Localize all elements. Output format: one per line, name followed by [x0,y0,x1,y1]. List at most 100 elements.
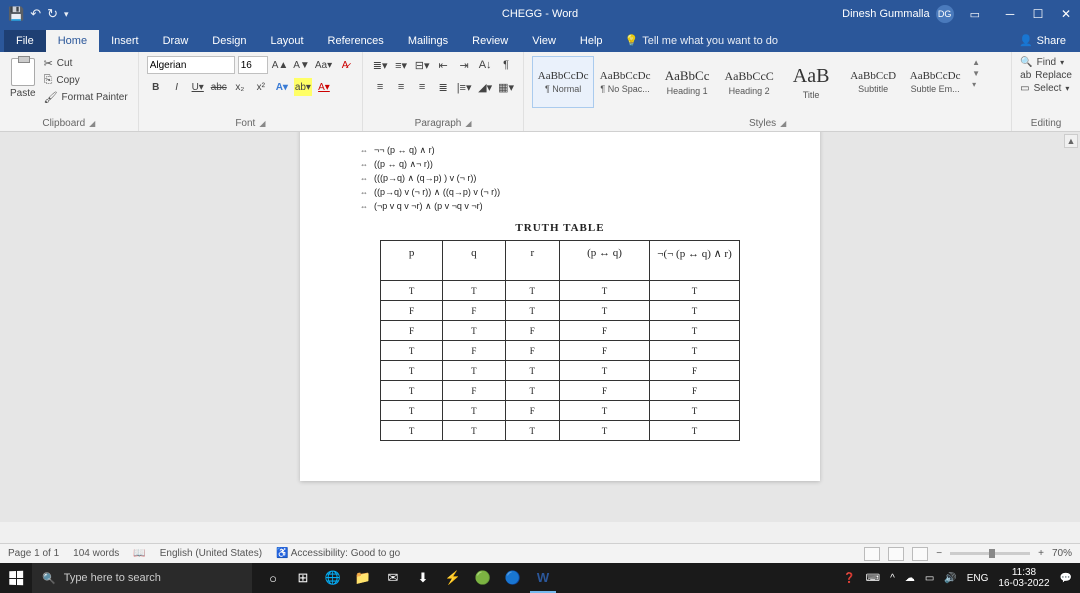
start-button[interactable] [0,563,32,593]
web-layout-button[interactable] [912,547,928,561]
table-cell[interactable]: F [443,301,505,321]
table-header-cell[interactable]: r [505,241,559,281]
table-cell[interactable]: T [443,421,505,441]
table-cell[interactable]: T [381,401,443,421]
table-cell[interactable]: T [443,401,505,421]
formula-line-3[interactable]: ⇔((p→q) v (¬ r)) ∧ ((q→p) v (¬ r)) [360,187,760,198]
copy-button[interactable]: ⎘Copy [42,73,130,88]
superscript-button[interactable]: x² [252,78,270,96]
table-cell[interactable]: T [650,341,740,361]
increase-indent-button[interactable]: ⇥ [455,56,473,74]
spellcheck-icon[interactable]: 📖 [133,548,145,559]
zoom-slider[interactable] [950,552,1030,555]
table-cell[interactable]: T [650,281,740,301]
app2-icon[interactable]: 🔵 [500,563,526,593]
zoom-level[interactable]: 70% [1052,548,1072,559]
zoom-out-button[interactable]: − [936,548,942,559]
table-cell[interactable]: F [560,321,650,341]
page[interactable]: ⇔¬¬ (p ↔ q) ∧ r)⇔((p ↔ q) ∧¬ r))⇔(((p→q)… [300,132,820,481]
notification-icon[interactable]: 💬 [1060,573,1072,584]
table-cell[interactable]: F [505,321,559,341]
style-scroll-up-icon[interactable]: ▲ [972,58,980,67]
table-cell[interactable]: F [650,381,740,401]
replace-button[interactable]: abReplace [1020,69,1072,82]
user-avatar[interactable]: DG [936,5,954,23]
subscript-button[interactable]: x₂ [231,78,249,96]
truth-table[interactable]: pqr(p ↔ q)¬(¬ (p ↔ q) ∧ r)TTTTTFFTTTFTFF… [380,240,740,441]
change-case-button[interactable]: Aa▾ [314,56,333,74]
table-cell[interactable]: T [381,281,443,301]
table-header-cell[interactable]: ¬(¬ (p ↔ q) ∧ r) [650,241,740,281]
table-cell[interactable]: F [443,341,505,361]
table-cell[interactable]: T [381,361,443,381]
app-icon[interactable]: ⚡ [440,563,466,593]
table-cell[interactable]: T [505,281,559,301]
table-cell[interactable]: T [560,281,650,301]
clock[interactable]: 11:38 16-03-2022 [998,567,1049,589]
font-color-button[interactable]: A▾ [315,78,333,96]
save-icon[interactable]: 💾 [8,6,24,22]
edge-icon[interactable]: 🌐 [320,563,346,593]
language-indicator[interactable]: English (United States) [160,548,262,559]
table-cell[interactable]: T [443,281,505,301]
minimize-button[interactable]: ─ [996,0,1024,28]
zoom-in-button[interactable]: + [1038,548,1044,559]
task-view-icon[interactable]: ⊞ [290,563,316,593]
table-cell[interactable]: T [505,301,559,321]
dropbox-icon[interactable]: ⬇ [410,563,436,593]
table-cell[interactable]: T [505,361,559,381]
paste-button[interactable]: Paste [8,56,38,101]
table-cell[interactable]: T [650,321,740,341]
table-cell[interactable]: F [560,381,650,401]
strikethrough-button[interactable]: abc [210,78,228,96]
tab-layout[interactable]: Layout [259,30,316,52]
redo-icon[interactable]: ↻ [47,6,58,22]
sort-button[interactable]: A↓ [476,56,494,74]
taskbar-search[interactable]: 🔍 Type here to search [32,563,252,593]
tab-view[interactable]: View [520,30,568,52]
word-count[interactable]: 104 words [73,548,119,559]
word-icon[interactable]: W [530,563,556,593]
cut-button[interactable]: ✂Cut [42,56,130,71]
table-cell[interactable]: F [381,321,443,341]
shading-button[interactable]: ◢▾ [476,78,494,96]
style-gallery[interactable]: AaBbCcDc¶ NormalAaBbCcDc¶ No Spac...AaBb… [532,56,966,108]
style-scroll-down-icon[interactable]: ▼ [972,69,980,78]
tab-draw[interactable]: Draw [151,30,201,52]
onedrive-icon[interactable]: ☁ [905,573,915,584]
share-button[interactable]: 👤 Share [1005,29,1080,52]
tab-mailings[interactable]: Mailings [396,30,460,52]
tab-references[interactable]: References [316,30,396,52]
numbering-button[interactable]: ≡▾ [392,56,410,74]
multilevel-button[interactable]: ⊟▾ [413,56,431,74]
italic-button[interactable]: I [168,78,186,96]
battery-icon[interactable]: ▭ [925,573,934,584]
paragraph-launcher-icon[interactable]: ◢ [465,119,471,128]
align-center-button[interactable]: ≡ [392,78,410,96]
style-item-6[interactable]: AaBbCcDcSubtle Em... [904,56,966,108]
table-cell[interactable]: T [560,301,650,321]
table-cell[interactable]: T [650,401,740,421]
tell-me-box[interactable]: 💡 Tell me what you want to do [615,29,788,52]
table-cell[interactable]: F [381,301,443,321]
bullets-button[interactable]: ≣▾ [371,56,389,74]
font-size-input[interactable] [238,56,268,74]
maximize-button[interactable]: ☐ [1024,0,1052,28]
find-button[interactable]: 🔍Find▾ [1020,56,1072,69]
table-cell[interactable]: F [560,341,650,361]
formula-line-0[interactable]: ⇔¬¬ (p ↔ q) ∧ r) [360,145,760,156]
tray-expand-icon[interactable]: ^ [890,573,895,584]
shrink-font-button[interactable]: A▼ [292,56,311,74]
clear-formatting-button[interactable]: A̷ [336,56,354,74]
tab-help[interactable]: Help [568,30,615,52]
underline-button[interactable]: U▾ [189,78,207,96]
grow-font-button[interactable]: A▲ [271,56,290,74]
bold-button[interactable]: B [147,78,165,96]
table-cell[interactable]: T [560,361,650,381]
volume-icon[interactable]: 🔊 [944,573,956,584]
accessibility-indicator[interactable]: ♿ Accessibility: Good to go [276,548,400,559]
style-item-2[interactable]: AaBbCcHeading 1 [656,56,718,108]
style-item-3[interactable]: AaBbCcCHeading 2 [718,56,780,108]
chrome-icon[interactable]: 🟢 [470,563,496,593]
table-header-cell[interactable]: p [381,241,443,281]
